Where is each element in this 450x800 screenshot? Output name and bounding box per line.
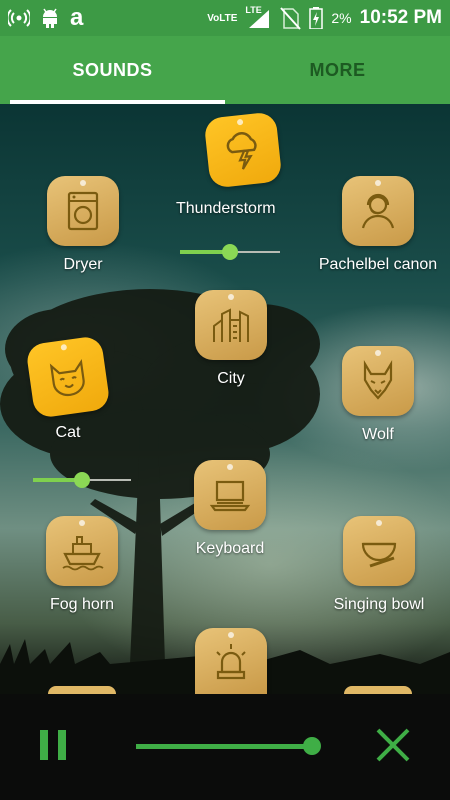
pause-button[interactable] bbox=[40, 730, 74, 764]
thunderstorm-icon bbox=[226, 132, 257, 170]
android-icon bbox=[43, 8, 57, 28]
cat-icon bbox=[49, 358, 85, 397]
cat-volume-slider[interactable] bbox=[33, 470, 131, 490]
sound-pachelbel[interactable]: Pachelbel canon bbox=[316, 176, 440, 274]
laptop-keyboard-icon bbox=[209, 480, 251, 512]
slider-thumb[interactable] bbox=[222, 244, 238, 260]
singing-bowl-icon bbox=[361, 542, 397, 568]
pachelbel-label: Pachelbel canon bbox=[318, 256, 438, 273]
dryer-label: Dryer bbox=[63, 256, 103, 273]
foghorn-label: Fog horn bbox=[49, 596, 115, 613]
tab-bar: SOUNDS MORE bbox=[0, 36, 450, 104]
tab-sounds[interactable]: SOUNDS bbox=[0, 36, 225, 104]
player-bar bbox=[0, 694, 450, 800]
close-icon[interactable] bbox=[374, 726, 412, 764]
sound-foghorn[interactable]: Fog horn bbox=[46, 516, 118, 614]
sound-city[interactable]: City bbox=[195, 290, 267, 388]
cat-label: Cat bbox=[55, 424, 81, 441]
tab-more[interactable]: MORE bbox=[225, 36, 450, 104]
pause-icon bbox=[40, 730, 48, 760]
wolf-icon bbox=[363, 360, 393, 400]
battery-percent: 2% bbox=[331, 10, 352, 26]
partial-tile-right[interactable] bbox=[344, 686, 412, 694]
foghorn-tile[interactable] bbox=[46, 516, 118, 586]
status-bar: a VoLTE LTE 2% 10:52 PM bbox=[0, 0, 450, 36]
sound-keyboard[interactable]: Keyboard bbox=[186, 460, 274, 558]
singing-bowl-label: Singing bowl bbox=[333, 596, 425, 613]
dryer-icon bbox=[67, 191, 99, 231]
keyboard-label: Keyboard bbox=[195, 540, 265, 557]
slider-thumb[interactable] bbox=[74, 472, 90, 488]
no-sim-icon bbox=[280, 7, 302, 30]
thunderstorm-tile[interactable] bbox=[203, 111, 283, 189]
city-label: City bbox=[217, 370, 245, 387]
singing-bowl-tile[interactable] bbox=[343, 516, 415, 586]
master-volume-slider[interactable] bbox=[136, 736, 321, 756]
master-slider-thumb[interactable] bbox=[303, 737, 321, 755]
cat-tile[interactable] bbox=[25, 335, 111, 419]
partial-tile-left[interactable] bbox=[48, 686, 116, 694]
sound-cat[interactable]: Cat bbox=[25, 335, 111, 442]
volte-indicator: VoLTE bbox=[207, 12, 238, 24]
sound-thunderstorm[interactable] bbox=[199, 111, 287, 189]
sound-dryer[interactable]: Dryer bbox=[47, 176, 119, 274]
pause-icon-bar bbox=[58, 730, 66, 760]
keyboard-tile[interactable] bbox=[194, 460, 266, 530]
ship-icon bbox=[62, 536, 104, 571]
dryer-tile[interactable] bbox=[47, 176, 119, 246]
city-tile[interactable] bbox=[195, 290, 267, 360]
siren-tile[interactable] bbox=[195, 628, 267, 694]
master-slider-fill bbox=[136, 744, 312, 749]
amazon-icon: a bbox=[70, 4, 84, 31]
sound-wolf[interactable]: Wolf bbox=[342, 346, 414, 444]
sound-siren[interactable] bbox=[195, 628, 267, 694]
headset-person-icon bbox=[361, 193, 395, 229]
thunderstorm-label: Thunderstorm bbox=[176, 200, 276, 217]
wolf-tile[interactable] bbox=[342, 346, 414, 416]
sound-singing-bowl[interactable]: Singing bowl bbox=[328, 516, 430, 614]
wolf-label: Wolf bbox=[362, 426, 394, 443]
battery-charging-icon bbox=[309, 7, 324, 29]
lte-signal-icon: LTE bbox=[245, 5, 271, 29]
siren-icon bbox=[216, 644, 246, 680]
city-buildings-icon bbox=[213, 308, 249, 342]
pachelbel-tile[interactable] bbox=[342, 176, 414, 246]
thunderstorm-volume-slider[interactable] bbox=[180, 242, 280, 262]
clock: 10:52 PM bbox=[359, 7, 442, 28]
wifi-hotspot-icon bbox=[8, 9, 30, 27]
